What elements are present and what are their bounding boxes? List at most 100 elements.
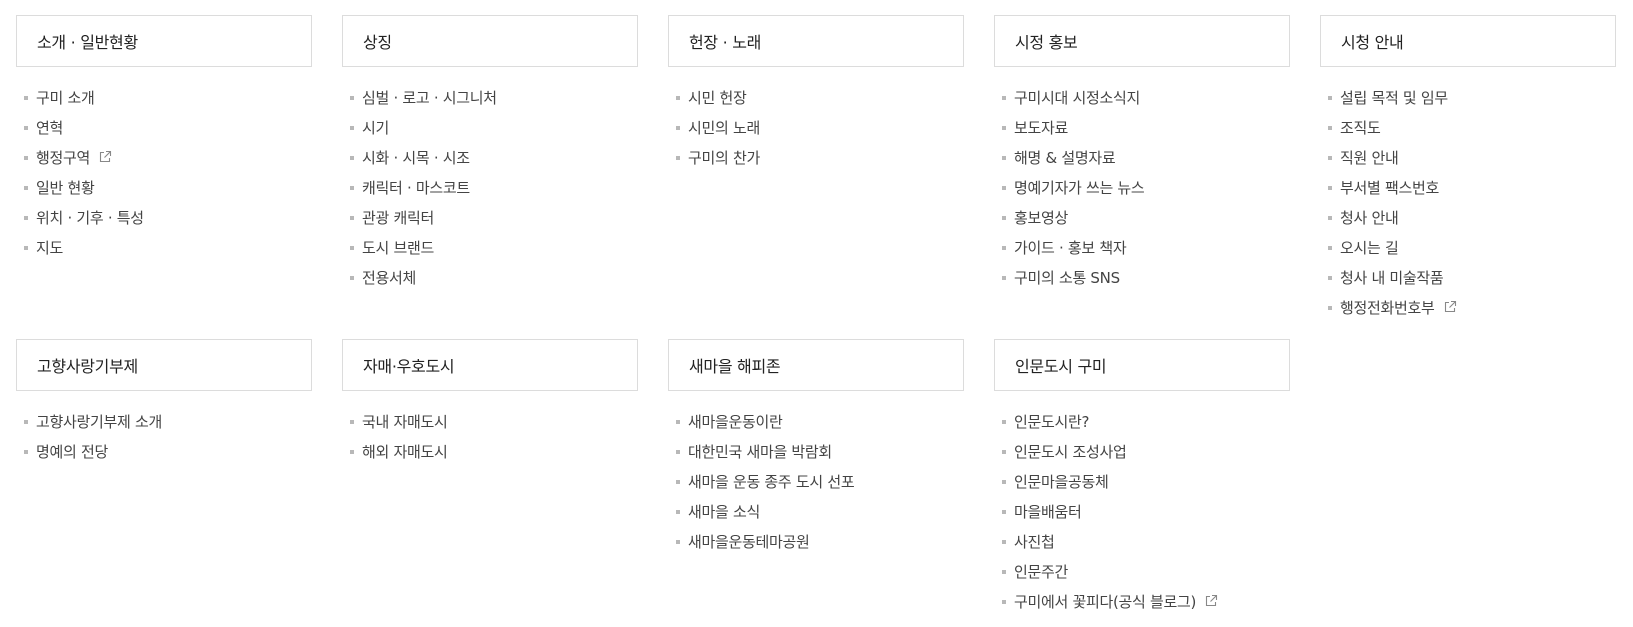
- list-item[interactable]: 인문도시 조성사업: [994, 437, 1290, 467]
- list-item[interactable]: 연혁: [16, 113, 312, 143]
- list-item-label: 인문도시란?: [1014, 413, 1090, 431]
- square-bullet-icon: [24, 216, 28, 220]
- list-item-label: 조직도: [1340, 119, 1381, 137]
- list-item[interactable]: 시민의 노래: [668, 113, 964, 143]
- section-title[interactable]: 새마을 해피존: [668, 339, 964, 391]
- square-bullet-icon: [1002, 600, 1006, 604]
- square-bullet-icon: [1002, 126, 1006, 130]
- list-item[interactable]: 행정구역: [16, 143, 312, 173]
- list-item[interactable]: 지도: [16, 233, 312, 263]
- link-list: 구미 소개 연혁 행정구역 일반 현황 위치 · 기후 · 특성 지도: [16, 83, 312, 263]
- list-item-label: 고향사랑기부제 소개: [36, 413, 162, 431]
- list-item[interactable]: 인문도시란?: [994, 407, 1290, 437]
- list-item[interactable]: 명예의 전당: [16, 437, 312, 467]
- list-item[interactable]: 시민 헌장: [668, 83, 964, 113]
- list-item[interactable]: 가이드 · 홍보 책자: [994, 233, 1290, 263]
- list-item[interactable]: 조직도: [1320, 113, 1616, 143]
- section-title[interactable]: 자매·우호도시: [342, 339, 638, 391]
- list-item[interactable]: 해명 & 설명자료: [994, 143, 1290, 173]
- section-title[interactable]: 상징: [342, 15, 638, 67]
- list-item[interactable]: 구미에서 꽃피다(공식 블로그): [994, 587, 1290, 617]
- section-saemaul: 새마을 해피존 새마을운동이란 대한민국 새마을 박람회 새마을 운동 종주 도…: [668, 339, 964, 557]
- square-bullet-icon: [676, 126, 680, 130]
- list-item-label: 지도: [36, 239, 64, 257]
- section-sister-cities: 자매·우호도시 국내 자매도시 해외 자매도시: [342, 339, 638, 467]
- square-bullet-icon: [24, 156, 28, 160]
- section-title[interactable]: 헌장 · 노래: [668, 15, 964, 67]
- square-bullet-icon: [1002, 186, 1006, 190]
- list-item-label: 구미 소개: [36, 89, 95, 107]
- list-item-label: 일반 현황: [36, 179, 95, 197]
- square-bullet-icon: [676, 540, 680, 544]
- list-item[interactable]: 명예기자가 쓰는 뉴스: [994, 173, 1290, 203]
- list-item[interactable]: 사진첩: [994, 527, 1290, 557]
- list-item-label: 국내 자매도시: [362, 413, 448, 431]
- list-item[interactable]: 행정전화번호부: [1320, 293, 1616, 323]
- list-item[interactable]: 홍보영상: [994, 203, 1290, 233]
- list-item-label: 전용서체: [362, 269, 417, 287]
- list-item[interactable]: 구미의 소통 SNS: [994, 263, 1290, 293]
- list-item[interactable]: 구미시대 시정소식지: [994, 83, 1290, 113]
- section-title[interactable]: 소개 · 일반현황: [16, 15, 312, 67]
- list-item[interactable]: 새마을운동이란: [668, 407, 964, 437]
- list-item[interactable]: 국내 자매도시: [342, 407, 638, 437]
- square-bullet-icon: [24, 126, 28, 130]
- list-item-label: 인문마을공동체: [1014, 473, 1109, 491]
- list-item[interactable]: 청사 안내: [1320, 203, 1616, 233]
- list-item[interactable]: 도시 브랜드: [342, 233, 638, 263]
- list-item-label: 마을배움터: [1014, 503, 1082, 521]
- link-list: 새마을운동이란 대한민국 새마을 박람회 새마을 운동 종주 도시 선포 새마을…: [668, 407, 964, 557]
- list-item[interactable]: 심벌 · 로고 · 시그니처: [342, 83, 638, 113]
- list-item-label: 위치 · 기후 · 특성: [36, 209, 144, 227]
- square-bullet-icon: [24, 186, 28, 190]
- link-list: 국내 자매도시 해외 자매도시: [342, 407, 638, 467]
- square-bullet-icon: [676, 450, 680, 454]
- square-bullet-icon: [350, 420, 354, 424]
- list-item[interactable]: 직원 안내: [1320, 143, 1616, 173]
- list-item-label: 도시 브랜드: [362, 239, 434, 257]
- list-item[interactable]: 인문주간: [994, 557, 1290, 587]
- list-item[interactable]: 새마을 소식: [668, 497, 964, 527]
- list-item[interactable]: 일반 현황: [16, 173, 312, 203]
- square-bullet-icon: [1002, 570, 1006, 574]
- sitemap: 소개 · 일반현황 구미 소개 연혁 행정구역 일반 현황 위치 · 기후 · …: [0, 0, 1633, 627]
- list-item[interactable]: 새마을운동테마공원: [668, 527, 964, 557]
- list-item[interactable]: 보도자료: [994, 113, 1290, 143]
- list-item[interactable]: 설립 목적 및 임무: [1320, 83, 1616, 113]
- square-bullet-icon: [350, 186, 354, 190]
- list-item[interactable]: 대한민국 새마을 박람회: [668, 437, 964, 467]
- list-item[interactable]: 오시는 길: [1320, 233, 1616, 263]
- list-item[interactable]: 전용서체: [342, 263, 638, 293]
- list-item[interactable]: 관광 캐릭터: [342, 203, 638, 233]
- list-item[interactable]: 인문마을공동체: [994, 467, 1290, 497]
- list-item[interactable]: 시기: [342, 113, 638, 143]
- square-bullet-icon: [350, 246, 354, 250]
- list-item[interactable]: 위치 · 기후 · 특성: [16, 203, 312, 233]
- square-bullet-icon: [350, 450, 354, 454]
- list-item[interactable]: 청사 내 미술작품: [1320, 263, 1616, 293]
- list-item[interactable]: 마을배움터: [994, 497, 1290, 527]
- list-item-label: 직원 안내: [1340, 149, 1399, 167]
- section-title[interactable]: 시정 홍보: [994, 15, 1290, 67]
- list-item-label: 오시는 길: [1340, 239, 1399, 257]
- square-bullet-icon: [1002, 540, 1006, 544]
- square-bullet-icon: [350, 156, 354, 160]
- square-bullet-icon: [1002, 420, 1006, 424]
- list-item-label: 캐릭터 · 마스코트: [362, 179, 470, 197]
- list-item[interactable]: 해외 자매도시: [342, 437, 638, 467]
- list-item[interactable]: 구미 소개: [16, 83, 312, 113]
- list-item-label: 부서별 팩스번호: [1340, 179, 1439, 197]
- list-item[interactable]: 고향사랑기부제 소개: [16, 407, 312, 437]
- square-bullet-icon: [1328, 126, 1332, 130]
- square-bullet-icon: [1002, 96, 1006, 100]
- list-item[interactable]: 새마을 운동 종주 도시 선포: [668, 467, 964, 497]
- section-title[interactable]: 인문도시 구미: [994, 339, 1290, 391]
- list-item[interactable]: 시화 · 시목 · 시조: [342, 143, 638, 173]
- list-item[interactable]: 부서별 팩스번호: [1320, 173, 1616, 203]
- list-item[interactable]: 구미의 찬가: [668, 143, 964, 173]
- square-bullet-icon: [676, 510, 680, 514]
- list-item[interactable]: 캐릭터 · 마스코트: [342, 173, 638, 203]
- section-charter-song: 헌장 · 노래 시민 헌장 시민의 노래 구미의 찬가: [668, 15, 964, 173]
- section-title[interactable]: 시청 안내: [1320, 15, 1616, 67]
- section-title[interactable]: 고향사랑기부제: [16, 339, 312, 391]
